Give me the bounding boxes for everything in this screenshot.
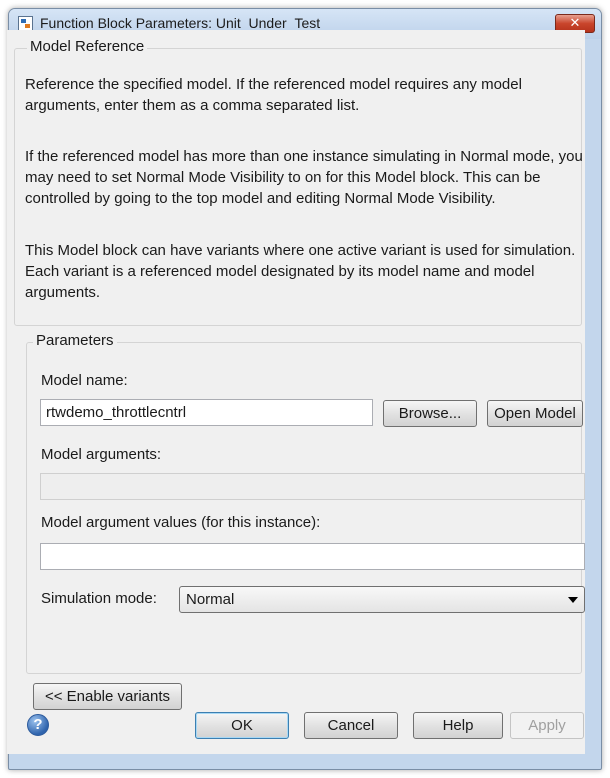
parameters-group <box>26 342 582 674</box>
window-title: Function Block Parameters: Unit_Under_Te… <box>40 15 321 31</box>
open-model-button[interactable]: Open Model <box>487 400 583 427</box>
question-circle-icon[interactable]: ? <box>27 714 49 736</box>
description-paragraph: This Model block can have variants where… <box>25 242 576 301</box>
model-name-label: Model name: <box>41 372 128 389</box>
close-icon: ✕ <box>569 15 581 30</box>
description-paragraph: Reference the specified model. If the re… <box>25 76 522 114</box>
argument-values-label: Model argument values (for this instance… <box>41 514 321 531</box>
chevron-down-icon <box>568 597 578 603</box>
dialog-content: Model Reference Reference the specified … <box>7 30 585 754</box>
browse-button[interactable]: Browse... <box>383 400 477 427</box>
model-reference-legend: Model Reference <box>27 38 148 55</box>
apply-button[interactable]: Apply <box>510 712 584 739</box>
simulation-mode-label: Simulation mode: <box>41 590 157 607</box>
simulation-mode-value: Normal <box>186 591 235 608</box>
simulation-mode-dropdown[interactable]: Normal <box>179 586 585 613</box>
model-arguments-field[interactable] <box>40 473 585 500</box>
description-paragraph: If the referenced model has more than on… <box>25 148 583 207</box>
model-name-field[interactable]: rtwdemo_throttlecntrl <box>40 399 373 426</box>
help-button[interactable]: Help <box>413 712 503 739</box>
argument-values-field[interactable] <box>40 543 585 570</box>
model-arguments-label: Model arguments: <box>41 446 162 463</box>
ok-button[interactable]: OK <box>195 712 289 739</box>
cancel-button[interactable]: Cancel <box>304 712 398 739</box>
parameters-legend: Parameters <box>33 332 117 349</box>
enable-variants-button[interactable]: << Enable variants <box>33 683 182 710</box>
simulink-block-icon <box>18 16 33 31</box>
